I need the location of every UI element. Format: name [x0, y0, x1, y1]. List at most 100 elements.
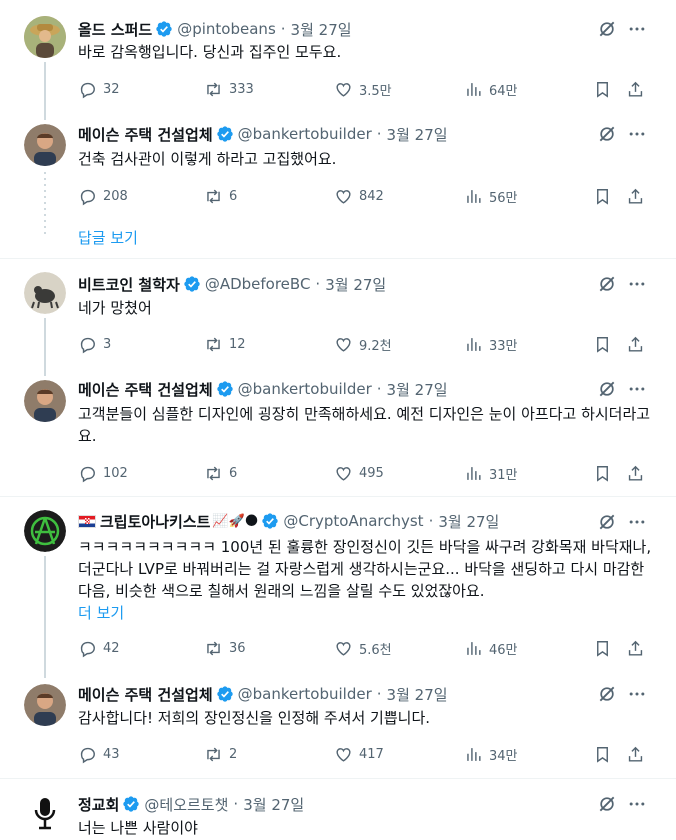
like-button[interactable]: 495: [334, 462, 384, 484]
more-icon[interactable]: [627, 19, 647, 39]
more-icon[interactable]: [627, 274, 647, 294]
views-button[interactable]: 34만: [464, 743, 518, 765]
handle[interactable]: @bankertobuilder: [238, 380, 372, 398]
grok-icon[interactable]: [597, 379, 617, 399]
like-button[interactable]: 417: [334, 743, 384, 765]
like-button[interactable]: 5.6천: [334, 637, 392, 659]
handle[interactable]: @pintobeans: [177, 20, 276, 38]
handle[interactable]: @ADbeforeBC: [205, 275, 311, 293]
reply-button[interactable]: 3: [78, 333, 111, 355]
handle[interactable]: @테오르토챗: [144, 794, 228, 815]
avatar[interactable]: [24, 16, 66, 58]
thread-dots: [44, 172, 46, 238]
views-button[interactable]: 33만: [464, 333, 518, 355]
avatar[interactable]: [24, 510, 66, 552]
display-name[interactable]: 올드 스퍼드: [78, 19, 152, 40]
retweet-button[interactable]: 36: [204, 637, 246, 659]
timestamp[interactable]: 3월 27일: [291, 19, 352, 40]
avatar[interactable]: [24, 124, 66, 166]
more-icon[interactable]: [627, 512, 647, 532]
share-button[interactable]: [626, 78, 645, 100]
display-name[interactable]: 메이슨 주택 건설업체: [78, 684, 213, 705]
bookmark-button[interactable]: [593, 185, 612, 207]
more-icon[interactable]: [627, 379, 647, 399]
retweet-button[interactable]: 2: [204, 743, 237, 765]
timestamp[interactable]: 3월 27일: [438, 511, 499, 532]
share-button[interactable]: [626, 743, 645, 765]
views-button[interactable]: 64만: [464, 78, 518, 100]
bookmark-button[interactable]: [593, 462, 612, 484]
avatar[interactable]: [24, 684, 66, 726]
timestamp[interactable]: 3월 27일: [387, 684, 448, 705]
retweet-button[interactable]: 333: [204, 78, 254, 100]
croatia-flag-icon: [78, 514, 96, 528]
display-name[interactable]: 비트코인 철학자: [78, 274, 180, 295]
like-icon: [334, 464, 353, 483]
grok-icon[interactable]: [597, 512, 617, 532]
grok-icon[interactable]: [597, 124, 617, 144]
timestamp[interactable]: 3월 27일: [243, 794, 304, 815]
retweet-button[interactable]: 12: [204, 333, 246, 355]
timestamp[interactable]: 3월 27일: [387, 124, 448, 145]
retweet-button[interactable]: 6: [204, 185, 237, 207]
avatar[interactable]: [24, 272, 66, 314]
grok-icon[interactable]: [597, 794, 617, 814]
like-button[interactable]: 842: [334, 185, 384, 207]
share-button[interactable]: [626, 462, 645, 484]
grok-icon[interactable]: [597, 19, 617, 39]
show-more-link[interactable]: 더 보기: [78, 602, 124, 623]
retweet-button[interactable]: 6: [204, 462, 237, 484]
reply-button[interactable]: 42: [78, 637, 120, 659]
tweet-feed: 올드 스퍼드 @pintobeans · 3월 27일 바로 감옥행입니다. 당…: [0, 0, 676, 840]
avatar[interactable]: [24, 792, 66, 834]
action-bar: 208 6 842 56만: [78, 185, 658, 207]
handle[interactable]: @bankertobuilder: [238, 125, 372, 143]
views-button[interactable]: 31만: [464, 462, 518, 484]
bookmark-icon: [593, 639, 612, 658]
share-button[interactable]: [626, 333, 645, 355]
more-icon[interactable]: [627, 124, 647, 144]
show-replies-link[interactable]: 답글 보기: [78, 227, 138, 248]
bookmark-icon: [593, 187, 612, 206]
display-name[interactable]: 크립토아나키스트: [100, 511, 210, 532]
display-name[interactable]: 메이슨 주택 건설업체: [78, 379, 213, 400]
views-icon: [464, 639, 483, 658]
display-name[interactable]: 메이슨 주택 건설업체: [78, 124, 213, 145]
more-icon[interactable]: [627, 684, 647, 704]
timestamp[interactable]: 3월 27일: [387, 379, 448, 400]
reply-button[interactable]: 102: [78, 462, 128, 484]
share-icon: [626, 745, 645, 764]
verified-icon: [261, 512, 279, 530]
like-icon: [334, 639, 353, 658]
like-button[interactable]: 9.2천: [334, 333, 392, 355]
views-button[interactable]: 46만: [464, 637, 518, 659]
bookmark-button[interactable]: [593, 743, 612, 765]
reply-icon: [78, 335, 97, 354]
grok-icon[interactable]: [597, 274, 617, 294]
retweet-icon: [204, 639, 223, 658]
bookmark-button[interactable]: [593, 333, 612, 355]
reply-button[interactable]: 32: [78, 78, 120, 100]
share-button[interactable]: [626, 637, 645, 659]
more-icon[interactable]: [627, 794, 647, 814]
handle[interactable]: @bankertobuilder: [238, 685, 372, 703]
reply-button[interactable]: 43: [78, 743, 120, 765]
tweet-header: 올드 스퍼드 @pintobeans · 3월 27일: [78, 19, 352, 40]
handle[interactable]: @CryptoAnarchyst: [283, 512, 423, 530]
tweet-text: 건축 검사관이 이렇게 하라고 고집했어요.: [78, 150, 337, 168]
bookmark-button[interactable]: [593, 637, 612, 659]
verified-icon: [183, 275, 201, 293]
display-name[interactable]: 정교회: [78, 794, 119, 815]
grok-icon[interactable]: [597, 684, 617, 704]
bookmark-button[interactable]: [593, 78, 612, 100]
views-button[interactable]: 56만: [464, 185, 518, 207]
share-button[interactable]: [626, 185, 645, 207]
timestamp[interactable]: 3월 27일: [325, 274, 386, 295]
like-button[interactable]: 3.5만: [334, 78, 392, 100]
divider: [0, 778, 676, 779]
action-bar: 3 12 9.2천 33만: [78, 333, 658, 355]
share-icon: [626, 80, 645, 99]
views-icon: [464, 335, 483, 354]
avatar[interactable]: [24, 380, 66, 422]
reply-button[interactable]: 208: [78, 185, 128, 207]
